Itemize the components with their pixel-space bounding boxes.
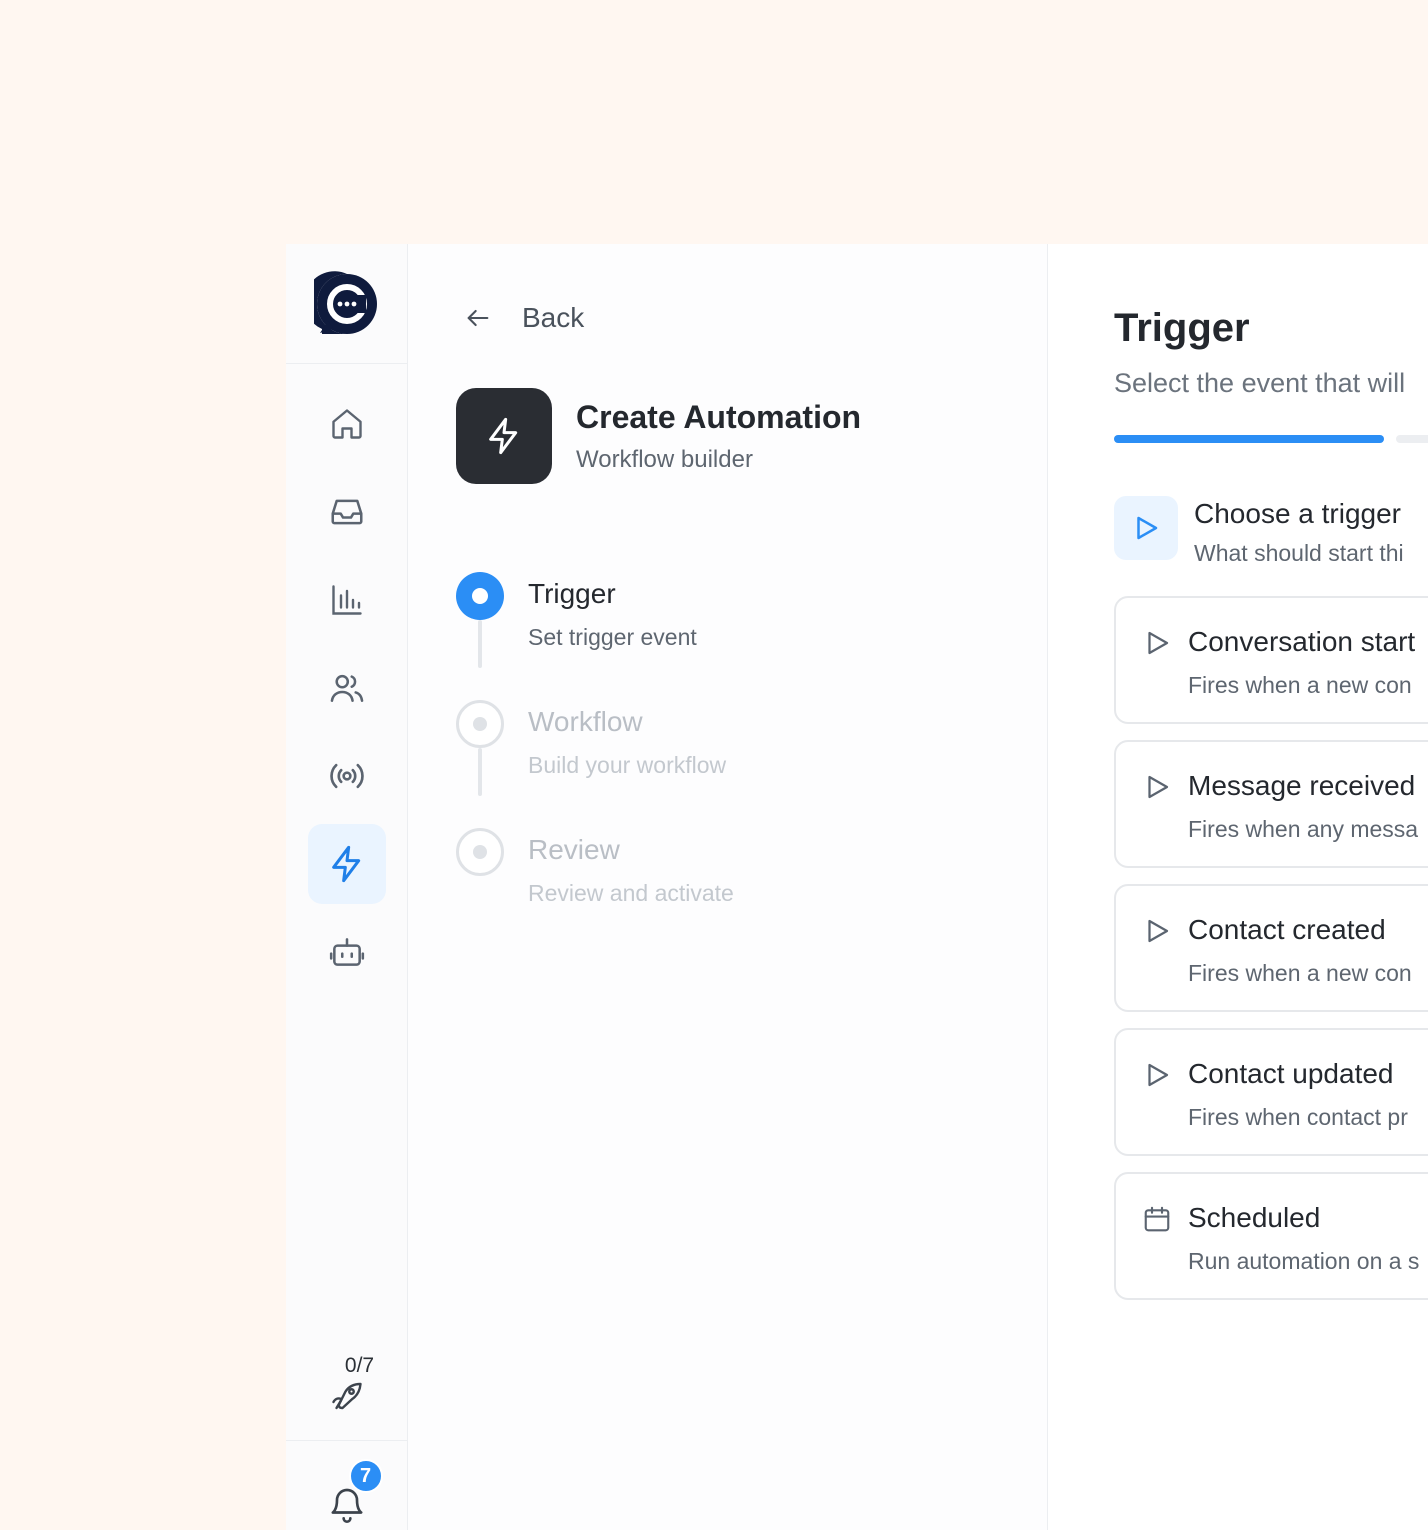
choose-trigger-header: Choose a trigger What should start thi: [1114, 496, 1404, 567]
step-title: Trigger: [528, 578, 616, 609]
notifications-button[interactable]: 7: [327, 1459, 383, 1525]
arrow-left-icon: [467, 309, 489, 327]
sidebar-item-inbox[interactable]: [308, 472, 386, 552]
trigger-title: Scheduled: [1188, 1202, 1321, 1233]
trigger-description: Fires when any messa: [1188, 816, 1419, 842]
sidebar-nav: [286, 384, 407, 1000]
trigger-title: Message received: [1188, 770, 1416, 801]
trigger-title: Contact updated: [1188, 1058, 1394, 1089]
trigger-description: Fires when contact pr: [1188, 1104, 1408, 1130]
step-title: Review: [528, 834, 620, 865]
play-icon: [1148, 1063, 1169, 1087]
step-subtitle: Review and activate: [528, 880, 734, 906]
steps-list: Trigger Set trigger event Workflow Build…: [456, 572, 734, 956]
step-indicator-active: [456, 572, 504, 620]
trigger-option-contact-updated[interactable]: Contact updated Fires when contact pr: [1114, 1028, 1428, 1156]
step-workflow[interactable]: Workflow Build your workflow: [456, 700, 734, 828]
trigger-description: Fires when a new con: [1188, 960, 1412, 986]
lightning-icon: [331, 845, 360, 883]
sidebar-item-automation[interactable]: [307, 824, 386, 904]
onboarding-progress-count: 0/7: [344, 1354, 375, 1377]
trigger-title: Conversation start: [1188, 626, 1416, 657]
choose-trigger-subtitle: What should start thi: [1194, 540, 1404, 566]
progress-bar-filled: [1114, 435, 1384, 443]
trigger-description: Run automation on a s: [1188, 1248, 1420, 1274]
section-title: Trigger: [1114, 306, 1250, 350]
calendar-icon: [1144, 1206, 1170, 1232]
contacts-icon: [330, 674, 363, 702]
reports-icon: [331, 585, 362, 615]
automation-header: Create Automation Workflow builder: [456, 388, 861, 484]
trigger-panel: Trigger Select the event that will Choos…: [1048, 244, 1428, 1530]
play-icon: [1148, 775, 1169, 799]
inbox-icon: [330, 499, 363, 525]
step-title: Workflow: [528, 706, 643, 737]
trigger-options: Conversation start Fires when a new con …: [1114, 596, 1428, 1316]
logo[interactable]: [286, 244, 407, 364]
sidebar-item-contacts[interactable]: [308, 648, 386, 728]
lightning-icon: [489, 417, 518, 455]
trigger-option-contact-created[interactable]: Contact created Fires when a new con: [1114, 884, 1428, 1012]
logo-icon: [313, 270, 377, 334]
progress-bar-track: [1396, 435, 1428, 443]
bot-icon: [329, 938, 364, 966]
section-subtitle: Select the event that will: [1114, 368, 1406, 398]
step-review[interactable]: Review Review and activate: [456, 828, 734, 956]
step-trigger[interactable]: Trigger Set trigger event: [456, 572, 734, 700]
wizard-steps-panel: Back Create Automation Workflow builder …: [408, 244, 1048, 1530]
step-subtitle: Set trigger event: [528, 624, 697, 650]
step-connector: [478, 620, 482, 668]
trigger-option-conversation-start[interactable]: Conversation start Fires when a new con: [1114, 596, 1428, 724]
broadcast-icon: [329, 763, 364, 789]
sidebar-item-broadcast[interactable]: [308, 736, 386, 816]
choose-trigger-tile: [1114, 496, 1178, 560]
back-button[interactable]: Back: [464, 302, 584, 334]
onboarding-progress[interactable]: 0/7: [286, 1354, 407, 1414]
sidebar-item-reports[interactable]: [308, 560, 386, 640]
step-connector: [478, 748, 482, 796]
page-title: Create Automation: [576, 398, 862, 435]
trigger-title: Contact created: [1188, 914, 1386, 945]
play-icon: [1148, 631, 1169, 655]
play-icon: [1137, 516, 1158, 540]
step-indicator: [456, 828, 504, 876]
play-icon: [1148, 919, 1169, 943]
trigger-option-scheduled[interactable]: Scheduled Run automation on a s: [1114, 1172, 1428, 1300]
app-window: 0/7 7 Back Create Automation Workflow bu…: [286, 244, 1428, 1530]
trigger-description: Fires when a new con: [1188, 672, 1412, 698]
home-icon: [331, 409, 362, 439]
notifications-badge: 7: [348, 1459, 383, 1493]
rocket-icon: [331, 1382, 362, 1410]
sidebar-footer: 7: [286, 1440, 407, 1530]
step-subtitle: Build your workflow: [528, 752, 727, 778]
back-label: Back: [522, 302, 585, 333]
page-subtitle: Workflow builder: [576, 445, 753, 473]
sidebar-item-home[interactable]: [308, 384, 386, 464]
sidebar: 0/7 7: [286, 244, 408, 1530]
sidebar-item-bot[interactable]: [308, 912, 386, 992]
step-indicator: [456, 700, 504, 748]
choose-trigger-title: Choose a trigger: [1194, 498, 1402, 529]
automation-tile: [456, 388, 552, 484]
trigger-option-message-received[interactable]: Message received Fires when any messa: [1114, 740, 1428, 868]
